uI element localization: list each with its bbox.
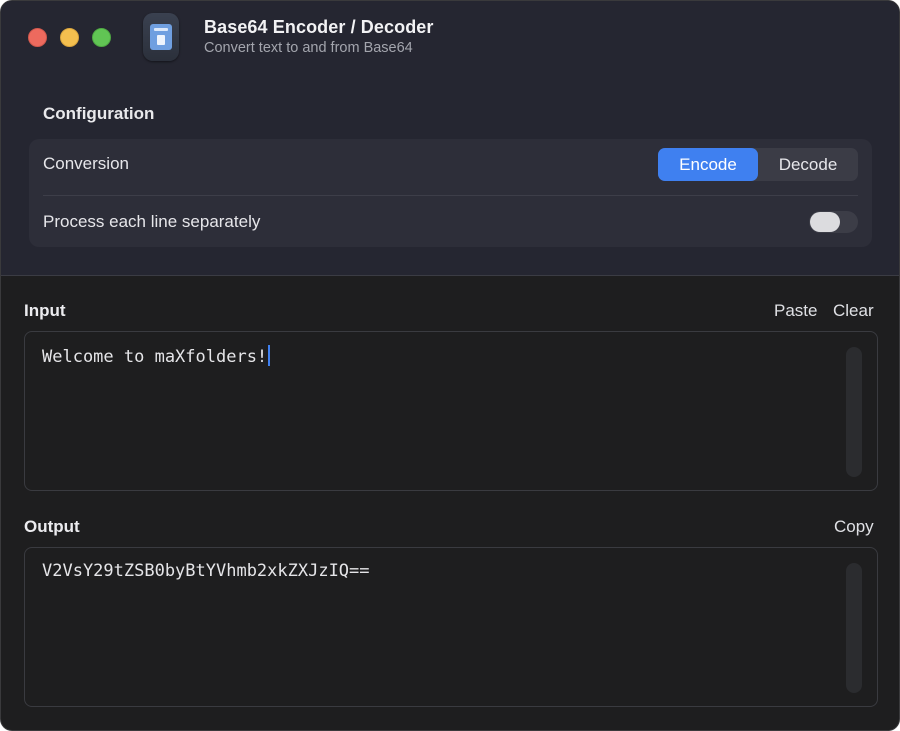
output-heading: Output: [24, 517, 80, 536]
output-value: V2VsY29tZSB0byBtYVhmb2xkZXJzIQ==: [42, 561, 370, 581]
process-lines-label: Process each line separately: [43, 212, 261, 231]
document-glyph: [150, 24, 172, 50]
conversion-label: Conversion: [43, 154, 129, 173]
app-window: Base64 Encoder / Decoder Convert text to…: [0, 0, 900, 731]
maximize-traffic-light-icon[interactable]: [92, 28, 111, 47]
minimize-traffic-light-icon[interactable]: [60, 28, 79, 47]
conversion-segmented-control: Encode Decode: [658, 148, 858, 181]
output-text-area[interactable]: V2VsY29tZSB0byBtYVhmb2xkZXJzIQ==: [24, 547, 878, 707]
text-caret: [268, 345, 271, 366]
clear-button[interactable]: Clear: [833, 301, 874, 321]
close-traffic-light-icon[interactable]: [28, 28, 47, 47]
row-divider: [43, 195, 858, 196]
input-text-area[interactable]: Welcome to maXfolders!: [24, 331, 878, 491]
copy-button[interactable]: Copy: [834, 517, 874, 537]
header-area: Base64 Encoder / Decoder Convert text to…: [1, 1, 899, 276]
configuration-heading: Configuration: [43, 104, 155, 123]
paste-button[interactable]: Paste: [774, 301, 817, 321]
process-lines-toggle[interactable]: [809, 211, 858, 233]
decode-segment-button[interactable]: Decode: [758, 148, 858, 181]
configuration-card: Conversion Encode Decode Process each li…: [29, 139, 872, 247]
input-scrollbar[interactable]: [846, 347, 862, 477]
input-heading: Input: [24, 301, 66, 320]
toggle-knob: [810, 212, 840, 232]
base64-app-icon: [143, 13, 179, 61]
input-value: Welcome to maXfolders!: [42, 347, 268, 367]
window-subtitle: Convert text to and from Base64: [204, 40, 413, 56]
encode-segment-button[interactable]: Encode: [658, 148, 758, 181]
input-text: Welcome to maXfolders!: [42, 345, 271, 367]
output-scrollbar[interactable]: [846, 563, 862, 693]
window-title: Base64 Encoder / Decoder: [204, 17, 434, 37]
